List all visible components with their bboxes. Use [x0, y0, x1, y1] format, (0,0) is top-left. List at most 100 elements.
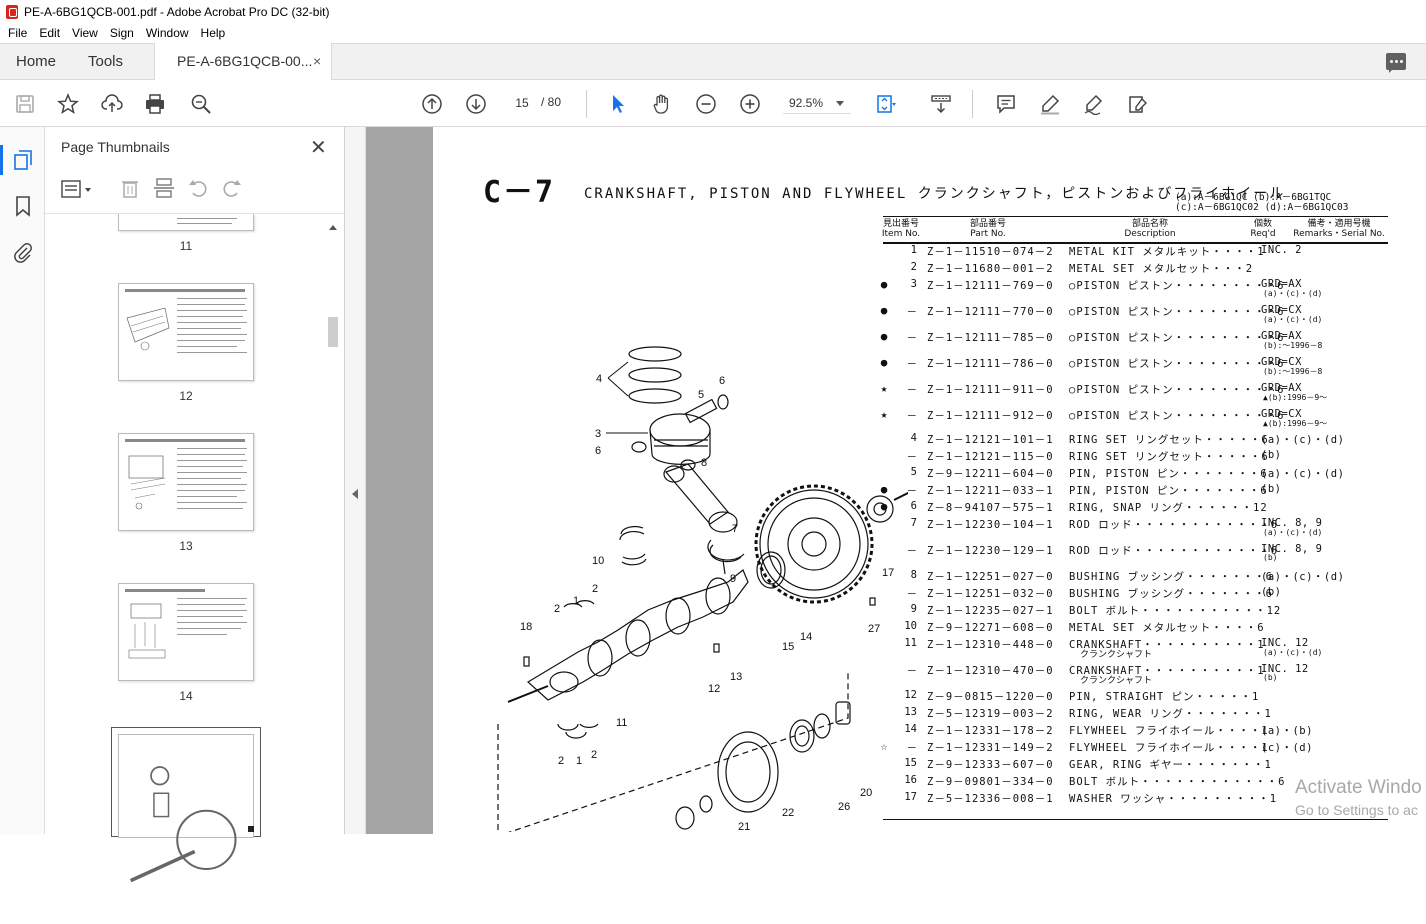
part-number: Z－1－12111－769－0: [927, 280, 1054, 292]
part-number: Z－1－11510－074－2: [927, 246, 1054, 258]
delete-trash-icon[interactable]: [119, 177, 141, 199]
callout-8: 8: [701, 457, 707, 469]
parts-row: ★ － Z－1－12111－911－0 ○PISTON ピストン・・・・・・・・・6 G…: [877, 382, 1397, 402]
thumbnail-options-icon[interactable]: [61, 178, 95, 200]
part-number: Z－1－12111－911－0: [927, 384, 1054, 396]
callout-2: 2: [592, 583, 598, 595]
part-description: METAL KIT メタルキット・・・・1: [1069, 246, 1265, 258]
save-icon[interactable]: [13, 92, 37, 116]
page-thumbnail[interactable]: [118, 214, 254, 231]
collapse-panel-arrow-icon[interactable]: [352, 489, 358, 499]
menu-bar: File Edit View Sign Window Help: [0, 23, 1426, 43]
menu-file[interactable]: File: [8, 26, 27, 40]
hand-tool-icon[interactable]: [650, 92, 674, 116]
thumbnail-scrollbar[interactable]: [327, 223, 339, 834]
page-thumbnail[interactable]: [118, 433, 254, 531]
edit-pdf-icon[interactable]: [1126, 92, 1150, 116]
next-page-icon[interactable]: [464, 92, 488, 116]
page-number-input[interactable]: 15: [507, 92, 537, 114]
part-number: Z－1－12111－785－0: [927, 332, 1054, 344]
page-thumbnails-icon[interactable]: [12, 149, 34, 171]
zoom-out-icon[interactable]: [694, 92, 718, 116]
callout-1: 1: [576, 755, 582, 767]
front-ring: [813, 713, 831, 739]
comment-icon[interactable]: [994, 92, 1018, 116]
scroll-mode-icon[interactable]: [929, 92, 953, 116]
part-number: Z－1－12331－178－2: [927, 725, 1054, 737]
part-description: WASHER ワッシャ・・・・・・・・・1: [1069, 793, 1278, 805]
callout-leader: [607, 361, 629, 379]
print-icon[interactable]: [143, 92, 167, 116]
part-number: Z－1－12111－912－0: [927, 410, 1054, 422]
insert-page-icon[interactable]: [153, 177, 175, 199]
parts-row: － Z－1－12251－032－0 BUSHING ブッシング・・・・・・・6 (b…: [877, 586, 1397, 602]
model-legend-line: (c):A－6BG1QC02 (d):A－6BG1QC03: [1175, 202, 1349, 213]
menu-view[interactable]: View: [72, 26, 98, 40]
fit-page-icon[interactable]: [874, 92, 898, 116]
crank-pulley: [717, 731, 779, 813]
part-description: ○PISTON ピストン・・・・・・・・・6: [1069, 384, 1285, 396]
tab-tools[interactable]: Tools: [88, 53, 123, 70]
comment-chat-icon[interactable]: [1386, 53, 1406, 73]
parts-row: 14 Z－1－12331－178－2 FLYWHEEL フライホイール・・・・1 (a…: [877, 723, 1397, 739]
part-number: Z－1－12251－032－0: [927, 588, 1054, 600]
tab-close-icon[interactable]: ×: [313, 53, 321, 69]
scroll-up-arrow-icon[interactable]: [329, 225, 337, 230]
ring-gear: [754, 484, 874, 604]
selected-page-thumbnail[interactable]: [111, 727, 261, 883]
header-part-no: 部品番号 Part No.: [969, 219, 1006, 239]
connecting-rod: [664, 463, 729, 525]
scrollbar-thumb[interactable]: [328, 317, 338, 347]
rod-bushing: [680, 459, 696, 471]
menu-sign[interactable]: Sign: [110, 26, 134, 40]
bookmark-icon[interactable]: [12, 195, 34, 217]
part-remarks-detail: (b): [1263, 553, 1278, 562]
part-description: ○PISTON ピストン・・・・・・・・・6: [1069, 332, 1285, 344]
straight-pin: [713, 643, 720, 653]
piston-ring: [628, 367, 682, 383]
callout-13: 13: [730, 671, 742, 683]
metal-bearing: [557, 723, 579, 731]
part-number: Z－1－12230－129－1: [927, 545, 1054, 557]
star-bookmark-icon[interactable]: [56, 92, 80, 116]
part-number: Z－1－12230－104－1: [927, 519, 1054, 531]
rotate-right-icon[interactable]: [221, 177, 243, 199]
rotate-left-icon[interactable]: [187, 177, 209, 199]
page-total: / 80: [541, 95, 562, 109]
part-description-jp: クランクシャフト: [1080, 650, 1153, 660]
part-description: BUSHING ブッシング・・・・・・・6: [1069, 571, 1273, 583]
zoom-dropdown-caret-icon[interactable]: [836, 101, 844, 106]
part-number: Z－1－12235－027－1: [927, 605, 1054, 617]
sign-pen-icon[interactable]: [1082, 92, 1106, 116]
page-thumbnail[interactable]: [118, 283, 254, 381]
zoom-search-icon[interactable]: [189, 92, 213, 116]
menu-window[interactable]: Window: [146, 26, 189, 40]
parts-row: ● － Z－1－12111－785－0 ○PISTON ピストン・・・・・・・・・6 G…: [877, 330, 1397, 350]
panel-close-icon[interactable]: ✕: [310, 135, 327, 160]
toolbar-divider: [586, 90, 587, 118]
tab-home[interactable]: Home: [16, 53, 56, 70]
select-cursor-icon[interactable]: [606, 92, 630, 116]
previous-page-icon[interactable]: [420, 92, 444, 116]
part-number: Z－1－12121－115－0: [927, 451, 1054, 463]
activate-windows-watermark: Activate Windo: [1295, 777, 1422, 798]
callout-14: 14: [800, 631, 812, 643]
acrobat-app-icon: [6, 4, 18, 19]
part-remarks-detail: ▲(b):1996－9～: [1263, 419, 1328, 428]
part-description: RING, SNAP リング・・・・・・12: [1069, 502, 1268, 514]
menu-help[interactable]: Help: [201, 26, 226, 40]
panel-splitter[interactable]: [345, 127, 366, 834]
cloud-upload-icon[interactable]: [100, 92, 124, 116]
tab-document[interactable]: PE-A-6BG1QCB-00... ×: [154, 43, 332, 81]
attachment-paperclip-icon[interactable]: [12, 241, 34, 263]
part-remarks: (b): [1261, 449, 1282, 461]
callout-2: 2: [558, 755, 564, 767]
parts-row: 9 Z－1－12235－027－1 BOLT ボルト・・・・・・・・・・・12: [877, 603, 1397, 619]
page-thumbnail[interactable]: [118, 583, 254, 681]
highlight-pen-icon[interactable]: [1038, 92, 1062, 116]
parts-row: ★ － Z－1－12111－912－0 ○PISTON ピストン・・・・・・・・・6 G…: [877, 408, 1397, 428]
menu-edit[interactable]: Edit: [39, 26, 60, 40]
zoom-in-icon[interactable]: [738, 92, 762, 116]
callout-1: 1: [573, 595, 579, 607]
pulley-washer: [699, 795, 713, 813]
